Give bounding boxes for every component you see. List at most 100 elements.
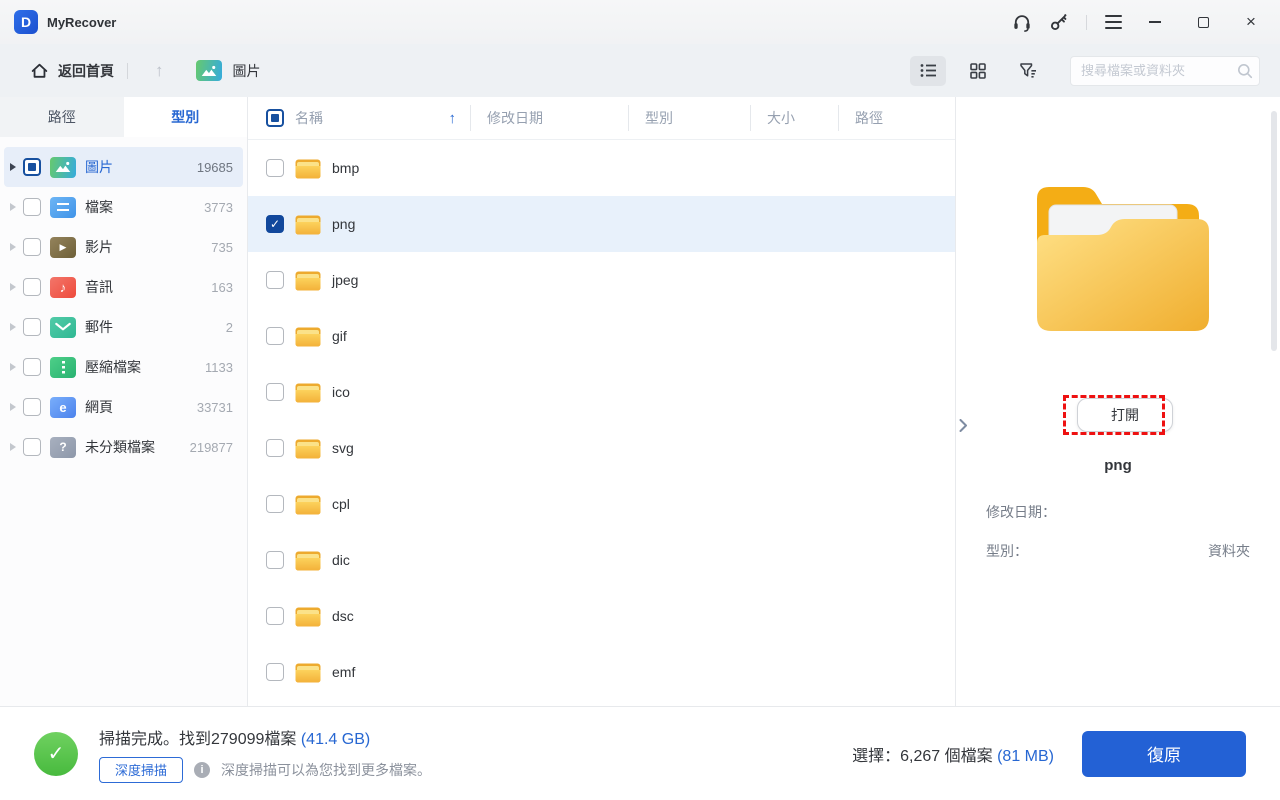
scrollbar[interactable] <box>1271 111 1277 351</box>
file-name: jpeg <box>332 272 359 288</box>
file-name: gif <box>332 328 347 344</box>
preview-file-name: png <box>1104 457 1132 474</box>
file-row-cpl[interactable]: cpl <box>248 476 955 532</box>
expand-caret-icon[interactable] <box>10 203 16 211</box>
checkbox-unchecked[interactable] <box>23 358 41 376</box>
back-home-button[interactable]: 返回首頁 <box>58 61 114 81</box>
sort-ascending-icon[interactable]: ↑ <box>449 110 457 127</box>
minimize-button[interactable] <box>1140 7 1170 37</box>
row-checkbox[interactable] <box>266 383 284 401</box>
row-checkbox[interactable] <box>266 327 284 345</box>
row-checkbox[interactable] <box>266 551 284 569</box>
column-header-size[interactable]: 大小 <box>767 108 795 128</box>
checkbox-unchecked[interactable] <box>23 438 41 456</box>
grid-view-button[interactable] <box>960 56 996 86</box>
main-content: 路徑 型別 圖片 19685 檔案 3773 ▶ 影片 735 ♪ 音訊 163… <box>0 97 1280 706</box>
column-divider <box>750 105 751 131</box>
home-icon[interactable] <box>30 61 49 80</box>
sidebar-item-count: 33731 <box>196 399 233 415</box>
file-row-dsc[interactable]: dsc <box>248 588 955 644</box>
folder-icon <box>295 159 321 178</box>
sidebar-tabs: 路徑 型別 <box>0 97 247 137</box>
expand-caret-icon[interactable] <box>10 243 16 251</box>
sidebar-item-pictures[interactable]: 圖片 19685 <box>4 147 243 187</box>
file-row-png[interactable]: ✓ png <box>248 196 955 252</box>
row-checkbox[interactable] <box>266 663 284 681</box>
expand-caret-icon[interactable] <box>10 363 16 371</box>
row-checkbox[interactable] <box>266 271 284 289</box>
category-tree: 圖片 19685 檔案 3773 ▶ 影片 735 ♪ 音訊 163 郵件 2 … <box>0 137 247 467</box>
file-row-emf[interactable]: emf <box>248 644 955 700</box>
column-divider <box>838 105 839 131</box>
tab-type[interactable]: 型別 <box>123 97 247 137</box>
expand-caret-icon[interactable] <box>10 323 16 331</box>
folder-icon <box>295 327 321 346</box>
folder-icon <box>295 383 321 402</box>
expand-caret-icon[interactable] <box>10 283 16 291</box>
search-icon[interactable] <box>1237 63 1253 79</box>
table-header: 名稱 ↑ 修改日期 型別 大小 路徑 <box>248 97 955 140</box>
recover-button[interactable]: 復原 <box>1082 730 1246 777</box>
panel-collapse-button[interactable] <box>959 419 968 437</box>
filter-button[interactable] <box>1010 56 1046 86</box>
file-row-dic[interactable]: dic <box>248 532 955 588</box>
maximize-button[interactable] <box>1188 7 1218 37</box>
list-view-button[interactable] <box>910 55 946 86</box>
selection-summary: 選擇：6,267 個檔案 (81 MB) <box>852 747 1054 765</box>
folder-icon <box>295 663 321 682</box>
row-checkbox-checked[interactable]: ✓ <box>266 215 284 233</box>
headset-icon[interactable] <box>1012 12 1032 32</box>
sidebar-item-documents[interactable]: 檔案 3773 <box>4 187 243 227</box>
checkbox-unchecked[interactable] <box>23 198 41 216</box>
expand-caret-icon[interactable] <box>10 163 16 171</box>
check-icon: ✓ <box>269 217 281 231</box>
row-checkbox[interactable] <box>266 495 284 513</box>
checkbox-unchecked[interactable] <box>23 398 41 416</box>
select-all-checkbox[interactable] <box>266 109 284 127</box>
file-row-gif[interactable]: gif <box>248 308 955 364</box>
detail-label-date: 修改日期： <box>986 504 1056 520</box>
titlebar-divider <box>1086 14 1087 30</box>
open-button[interactable]: 打開 <box>1077 398 1173 432</box>
column-header-type[interactable]: 型別 <box>645 108 673 128</box>
expand-caret-icon[interactable] <box>10 403 16 411</box>
checkbox-unchecked[interactable] <box>23 278 41 296</box>
close-button[interactable]: × <box>1236 7 1266 37</box>
preview-details: 修改日期： 型別： 資料夾 <box>956 502 1280 561</box>
register-key-icon[interactable] <box>1050 13 1068 31</box>
file-row-jpeg[interactable]: jpeg <box>248 252 955 308</box>
column-header-name[interactable]: 名稱 <box>295 108 323 128</box>
file-row-svg[interactable]: svg <box>248 420 955 476</box>
scan-complete-icon: ✓ <box>34 731 78 776</box>
search-input[interactable] <box>1070 55 1260 86</box>
sidebar-item-count: 3773 <box>204 199 233 215</box>
column-header-date[interactable]: 修改日期 <box>487 108 543 128</box>
expand-caret-icon[interactable] <box>10 443 16 451</box>
row-checkbox[interactable] <box>266 439 284 457</box>
sidebar-item-unclassified[interactable]: ? 未分類檔案 219877 <box>4 427 243 467</box>
minimize-icon <box>1149 21 1161 23</box>
file-row-ico[interactable]: ico <box>248 364 955 420</box>
checkbox-unchecked[interactable] <box>23 238 41 256</box>
menu-icon[interactable] <box>1105 15 1122 29</box>
sidebar-item-videos[interactable]: ▶ 影片 735 <box>4 227 243 267</box>
scan-size-text: (41.4 GB) <box>300 730 371 748</box>
up-level-icon[interactable]: ↑ <box>155 61 164 81</box>
checkbox-unchecked[interactable] <box>23 318 41 336</box>
sidebar-item-audio[interactable]: ♪ 音訊 163 <box>4 267 243 307</box>
sidebar-item-label: 檔案 <box>85 199 113 215</box>
row-checkbox[interactable] <box>266 159 284 177</box>
sidebar-item-mail[interactable]: 郵件 2 <box>4 307 243 347</box>
row-checkbox[interactable] <box>266 607 284 625</box>
column-header-path[interactable]: 路徑 <box>855 108 883 128</box>
deep-scan-button[interactable]: 深度掃描 <box>99 756 184 783</box>
selection-size-text: (81 MB) <box>997 747 1054 765</box>
sidebar-item-webpages[interactable]: e 網頁 33731 <box>4 387 243 427</box>
tab-path[interactable]: 路徑 <box>0 97 124 137</box>
column-divider <box>628 105 629 131</box>
myrecover-window: D MyRecover × 返回首頁 ↑ 圖片 搜尋檔案或資料夾 路徑 型別 圖… <box>0 0 1280 800</box>
file-name: bmp <box>332 160 360 176</box>
file-row-bmp[interactable]: bmp <box>248 140 955 196</box>
sidebar-item-archives[interactable]: 壓縮檔案 1133 <box>4 347 243 387</box>
checkbox-indeterminate[interactable] <box>23 158 41 176</box>
